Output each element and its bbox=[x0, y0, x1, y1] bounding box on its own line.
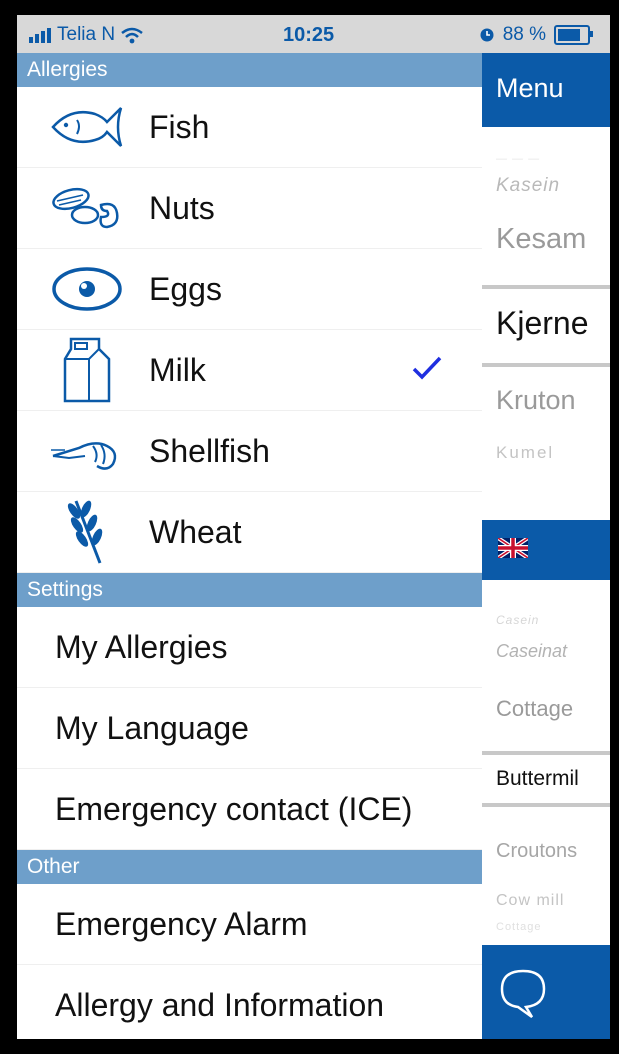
wifi-icon bbox=[121, 27, 143, 43]
menu-item-emergency-contact[interactable]: Emergency contact (ICE) bbox=[17, 769, 482, 850]
picker-divider bbox=[482, 363, 610, 367]
allergy-label: Eggs bbox=[149, 270, 222, 307]
picker-word[interactable]: Kruton bbox=[496, 385, 576, 416]
picker-selected-word[interactable]: Kjerne bbox=[496, 305, 589, 342]
allergy-label: Nuts bbox=[149, 189, 215, 226]
shrimp-icon bbox=[47, 416, 127, 486]
allergy-item-nuts[interactable]: Nuts bbox=[17, 168, 482, 249]
allergy-label: Fish bbox=[149, 108, 210, 145]
section-header-other: Other bbox=[17, 850, 482, 884]
allergy-item-eggs[interactable]: Eggs bbox=[17, 249, 482, 330]
battery-percent: 88 % bbox=[502, 24, 546, 45]
battery-icon bbox=[554, 25, 593, 45]
alarm-icon bbox=[480, 28, 494, 42]
menu-button[interactable]: Menu bbox=[482, 53, 610, 127]
uk-flag-icon bbox=[498, 538, 528, 558]
checkmark-icon bbox=[412, 356, 442, 380]
language-bar[interactable] bbox=[482, 520, 610, 580]
menu-label: Menu bbox=[496, 73, 564, 103]
picker-word[interactable]: Cow mill bbox=[496, 892, 564, 910]
allergy-label: Wheat bbox=[149, 513, 242, 550]
allergy-item-shellfish[interactable]: Shellfish bbox=[17, 411, 482, 492]
menu-item-allergy-information[interactable]: Allergy and Information bbox=[17, 965, 482, 1039]
milk-carton-icon bbox=[47, 335, 127, 405]
menu-item-emergency-alarm[interactable]: Emergency Alarm bbox=[17, 884, 482, 965]
side-drawer: Allergies Fish Nuts Eggs Milk Shellfish … bbox=[17, 53, 482, 1039]
egg-icon bbox=[47, 254, 127, 324]
nuts-icon bbox=[47, 173, 127, 243]
picker-divider bbox=[482, 803, 610, 807]
picker-selected-word[interactable]: Buttermil bbox=[496, 767, 579, 791]
allergy-item-wheat[interactable]: Wheat bbox=[17, 492, 482, 573]
carrier-group: Telia N bbox=[29, 24, 143, 46]
main-content-peek: Menu — — — Kasein Kesam Kjerne Kruton Ku… bbox=[482, 53, 610, 1039]
speech-bubble-icon bbox=[500, 969, 546, 1019]
menu-item-my-allergies[interactable]: My Allergies bbox=[17, 607, 482, 688]
picker-word[interactable]: Cottage bbox=[496, 696, 573, 722]
picker-word[interactable]: Kumel bbox=[496, 443, 554, 463]
carrier-label: Telia N bbox=[57, 24, 116, 45]
fish-icon bbox=[47, 92, 127, 162]
picker-divider bbox=[482, 285, 610, 289]
wheat-icon bbox=[47, 497, 127, 567]
section-header-settings: Settings bbox=[17, 573, 482, 607]
picker-divider bbox=[482, 751, 610, 755]
allergy-item-milk[interactable]: Milk bbox=[17, 330, 482, 411]
signal-icon bbox=[29, 27, 51, 43]
allergy-label: Milk bbox=[149, 351, 206, 388]
picker-word[interactable]: Croutons bbox=[496, 840, 577, 863]
picker-word[interactable]: Kesam bbox=[496, 223, 586, 256]
allergy-item-fish[interactable]: Fish bbox=[17, 87, 482, 168]
clock: 10:25 bbox=[283, 24, 335, 46]
battery-group: 88 % bbox=[479, 24, 593, 46]
picker-word[interactable]: Caseinat bbox=[496, 641, 567, 662]
picker-word[interactable]: Casein bbox=[496, 613, 539, 627]
picker-word: — — — bbox=[496, 153, 541, 165]
app-screen: Telia N 10:25 88 % Allergies Fish Nuts E… bbox=[17, 15, 610, 1039]
allergy-label: Shellfish bbox=[149, 432, 270, 469]
status-bar: Telia N 10:25 88 % bbox=[17, 15, 610, 53]
picker-word[interactable]: Cottage bbox=[496, 921, 542, 933]
section-header-allergies: Allergies bbox=[17, 53, 482, 87]
menu-item-my-language[interactable]: My Language bbox=[17, 688, 482, 769]
chat-button[interactable] bbox=[482, 945, 610, 1039]
device-frame: Telia N 10:25 88 % Allergies Fish Nuts E… bbox=[0, 0, 619, 1054]
picker-word[interactable]: Kasein bbox=[496, 175, 560, 197]
